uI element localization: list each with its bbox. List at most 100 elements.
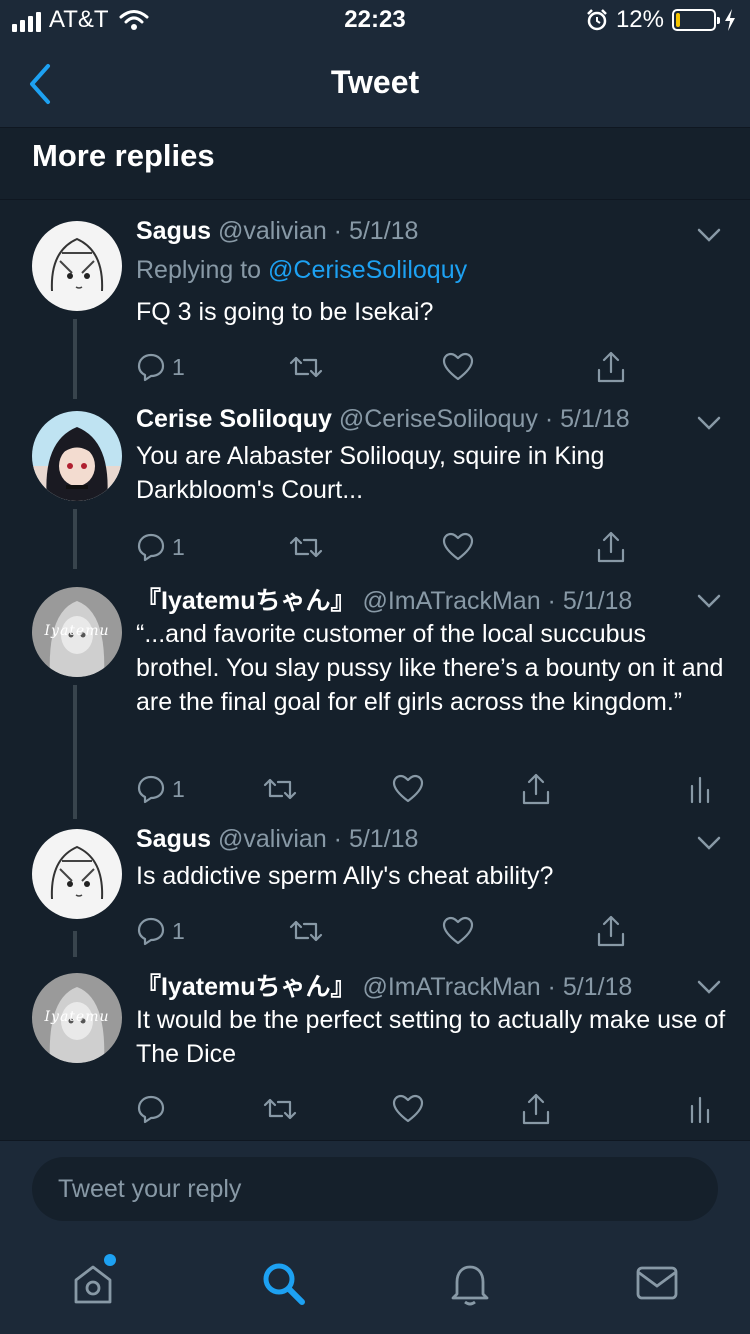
display-name[interactable]: 『Iyatemuちゃん』 xyxy=(136,587,355,615)
tweet-header: 『Iyatemuちゃん』 @ImATrackMan · 5/1/18 xyxy=(136,967,632,1003)
handle-and-date: @valivian · 5/1/18 xyxy=(217,217,419,245)
like-button[interactable] xyxy=(442,349,474,385)
tab-bar xyxy=(0,1236,750,1334)
battery-percent: 12% xyxy=(615,6,664,33)
tweet[interactable]: Iyatemu 『Iyatemuちゃん』 @ImATrackMan · 5/1/… xyxy=(0,965,750,1140)
retweet-icon xyxy=(263,778,297,800)
reply-icon xyxy=(137,775,165,804)
thread-line xyxy=(73,931,77,957)
share-icon xyxy=(522,773,550,805)
chevron-down-icon[interactable] xyxy=(696,833,722,853)
heart-icon xyxy=(392,774,424,803)
like-button[interactable] xyxy=(442,913,474,949)
heart-icon xyxy=(442,916,474,945)
share-button[interactable] xyxy=(595,349,627,385)
analytics-button[interactable] xyxy=(688,1091,712,1127)
handle-and-date: @valivian · 5/1/18 xyxy=(217,825,419,853)
chevron-down-icon[interactable] xyxy=(696,225,722,245)
mention-link[interactable]: @CeriseSoliloquy xyxy=(268,256,467,284)
tweet[interactable]: Sagus @valivian · 5/1/18 Is addictive sp… xyxy=(0,821,750,961)
handle-and-date: @ImATrackMan · 5/1/18 xyxy=(362,973,633,1001)
charging-bolt-icon xyxy=(725,9,735,31)
like-button[interactable] xyxy=(442,529,474,565)
avatar-watermark: Iyatemu xyxy=(44,623,110,639)
reply-feed[interactable]: Sagus @valivian · 5/1/18 Replying to @Ce… xyxy=(0,201,750,1140)
thread-line xyxy=(73,319,77,399)
like-button[interactable] xyxy=(392,771,424,807)
chevron-down-icon[interactable] xyxy=(696,413,722,433)
reply-button[interactable] xyxy=(136,1091,166,1127)
tweet[interactable]: Sagus @valivian · 5/1/18 Replying to @Ce… xyxy=(0,201,750,399)
display-name[interactable]: Sagus xyxy=(136,825,211,853)
retweet-icon xyxy=(289,356,323,378)
share-button[interactable] xyxy=(520,771,552,807)
battery-fill xyxy=(676,13,680,27)
reply-icon xyxy=(137,1095,165,1124)
reply-count: 1 xyxy=(172,533,185,560)
display-name[interactable]: Sagus xyxy=(136,217,211,245)
section-title: More replies xyxy=(32,138,215,173)
tweet-header: Cerise Soliloquy @CeriseSoliloquy · 5/1/… xyxy=(136,405,630,434)
alarm-icon xyxy=(587,9,607,31)
analytics-button[interactable] xyxy=(688,771,712,807)
handle-and-date: @CeriseSoliloquy · 5/1/18 xyxy=(338,405,630,433)
battery-icon xyxy=(672,9,720,31)
tweet-text: “...and favorite customer of the local s… xyxy=(136,620,724,716)
thread-line xyxy=(73,509,77,569)
display-name[interactable]: 『Iyatemuちゃん』 xyxy=(136,973,355,1001)
bell-icon[interactable] xyxy=(445,1258,495,1308)
reply-icon xyxy=(137,353,165,382)
reply-button[interactable]: 1 xyxy=(136,349,185,385)
retweet-icon xyxy=(263,1098,297,1120)
avatar[interactable] xyxy=(32,411,122,501)
like-button[interactable] xyxy=(392,1091,424,1127)
page-title: Tweet xyxy=(330,64,420,100)
tweet[interactable]: Iyatemu 『Iyatemuちゃん』 @ImATrackMan · 5/1/… xyxy=(0,581,750,821)
analytics-icon xyxy=(690,776,710,804)
tweet-header: 『Iyatemuちゃん』 @ImATrackMan · 5/1/18 xyxy=(136,581,632,617)
share-icon xyxy=(522,1093,550,1125)
chevron-down-icon[interactable] xyxy=(696,977,722,997)
reply-count: 1 xyxy=(172,917,185,944)
share-icon xyxy=(597,531,625,563)
search-icon[interactable] xyxy=(258,1258,308,1308)
retweet-button[interactable] xyxy=(262,771,298,807)
tweet-header: Sagus @valivian · 5/1/18 xyxy=(136,825,418,854)
share-button[interactable] xyxy=(520,1091,552,1127)
reply-count: 1 xyxy=(172,775,185,802)
retweet-button[interactable] xyxy=(262,1091,298,1127)
heart-icon xyxy=(442,532,474,561)
avatar[interactable] xyxy=(32,829,122,919)
heart-icon xyxy=(442,352,474,381)
reply-count: 1 xyxy=(172,353,185,380)
handle-and-date: @ImATrackMan · 5/1/18 xyxy=(362,587,633,615)
share-icon xyxy=(597,915,625,947)
reply-button[interactable]: 1 xyxy=(136,771,185,807)
avatar[interactable]: Iyatemu xyxy=(32,587,122,677)
share-button[interactable] xyxy=(595,913,627,949)
retweet-button[interactable] xyxy=(288,913,324,949)
share-button[interactable] xyxy=(595,529,627,565)
tweet-text: You are Alabaster Soliloquy, squire in K… xyxy=(136,442,605,504)
tweet[interactable]: Cerise Soliloquy @CeriseSoliloquy · 5/1/… xyxy=(0,401,750,576)
reply-button[interactable]: 1 xyxy=(136,913,185,949)
avatar[interactable]: Iyatemu xyxy=(32,973,122,1063)
notification-dot xyxy=(104,1254,116,1266)
retweet-button[interactable] xyxy=(288,529,324,565)
avatar[interactable] xyxy=(32,221,122,311)
reply-icon xyxy=(137,533,165,562)
heart-icon xyxy=(392,1094,424,1123)
more-replies-header: More replies xyxy=(0,128,750,200)
reply-button[interactable]: 1 xyxy=(136,529,185,565)
mail-icon[interactable] xyxy=(632,1258,682,1308)
display-name[interactable]: Cerise Soliloquy xyxy=(136,405,332,433)
retweet-icon xyxy=(289,536,323,558)
tweet-reply-input[interactable] xyxy=(32,1157,718,1221)
reply-icon xyxy=(137,917,165,946)
tweet-header: Sagus @valivian · 5/1/18 xyxy=(136,217,418,246)
replying-to: Replying to @CeriseSoliloquy xyxy=(136,256,468,284)
status-right: 12% xyxy=(586,6,736,34)
chevron-down-icon[interactable] xyxy=(696,591,722,611)
avatar-watermark: Iyatemu xyxy=(44,1009,110,1025)
retweet-button[interactable] xyxy=(288,349,324,385)
